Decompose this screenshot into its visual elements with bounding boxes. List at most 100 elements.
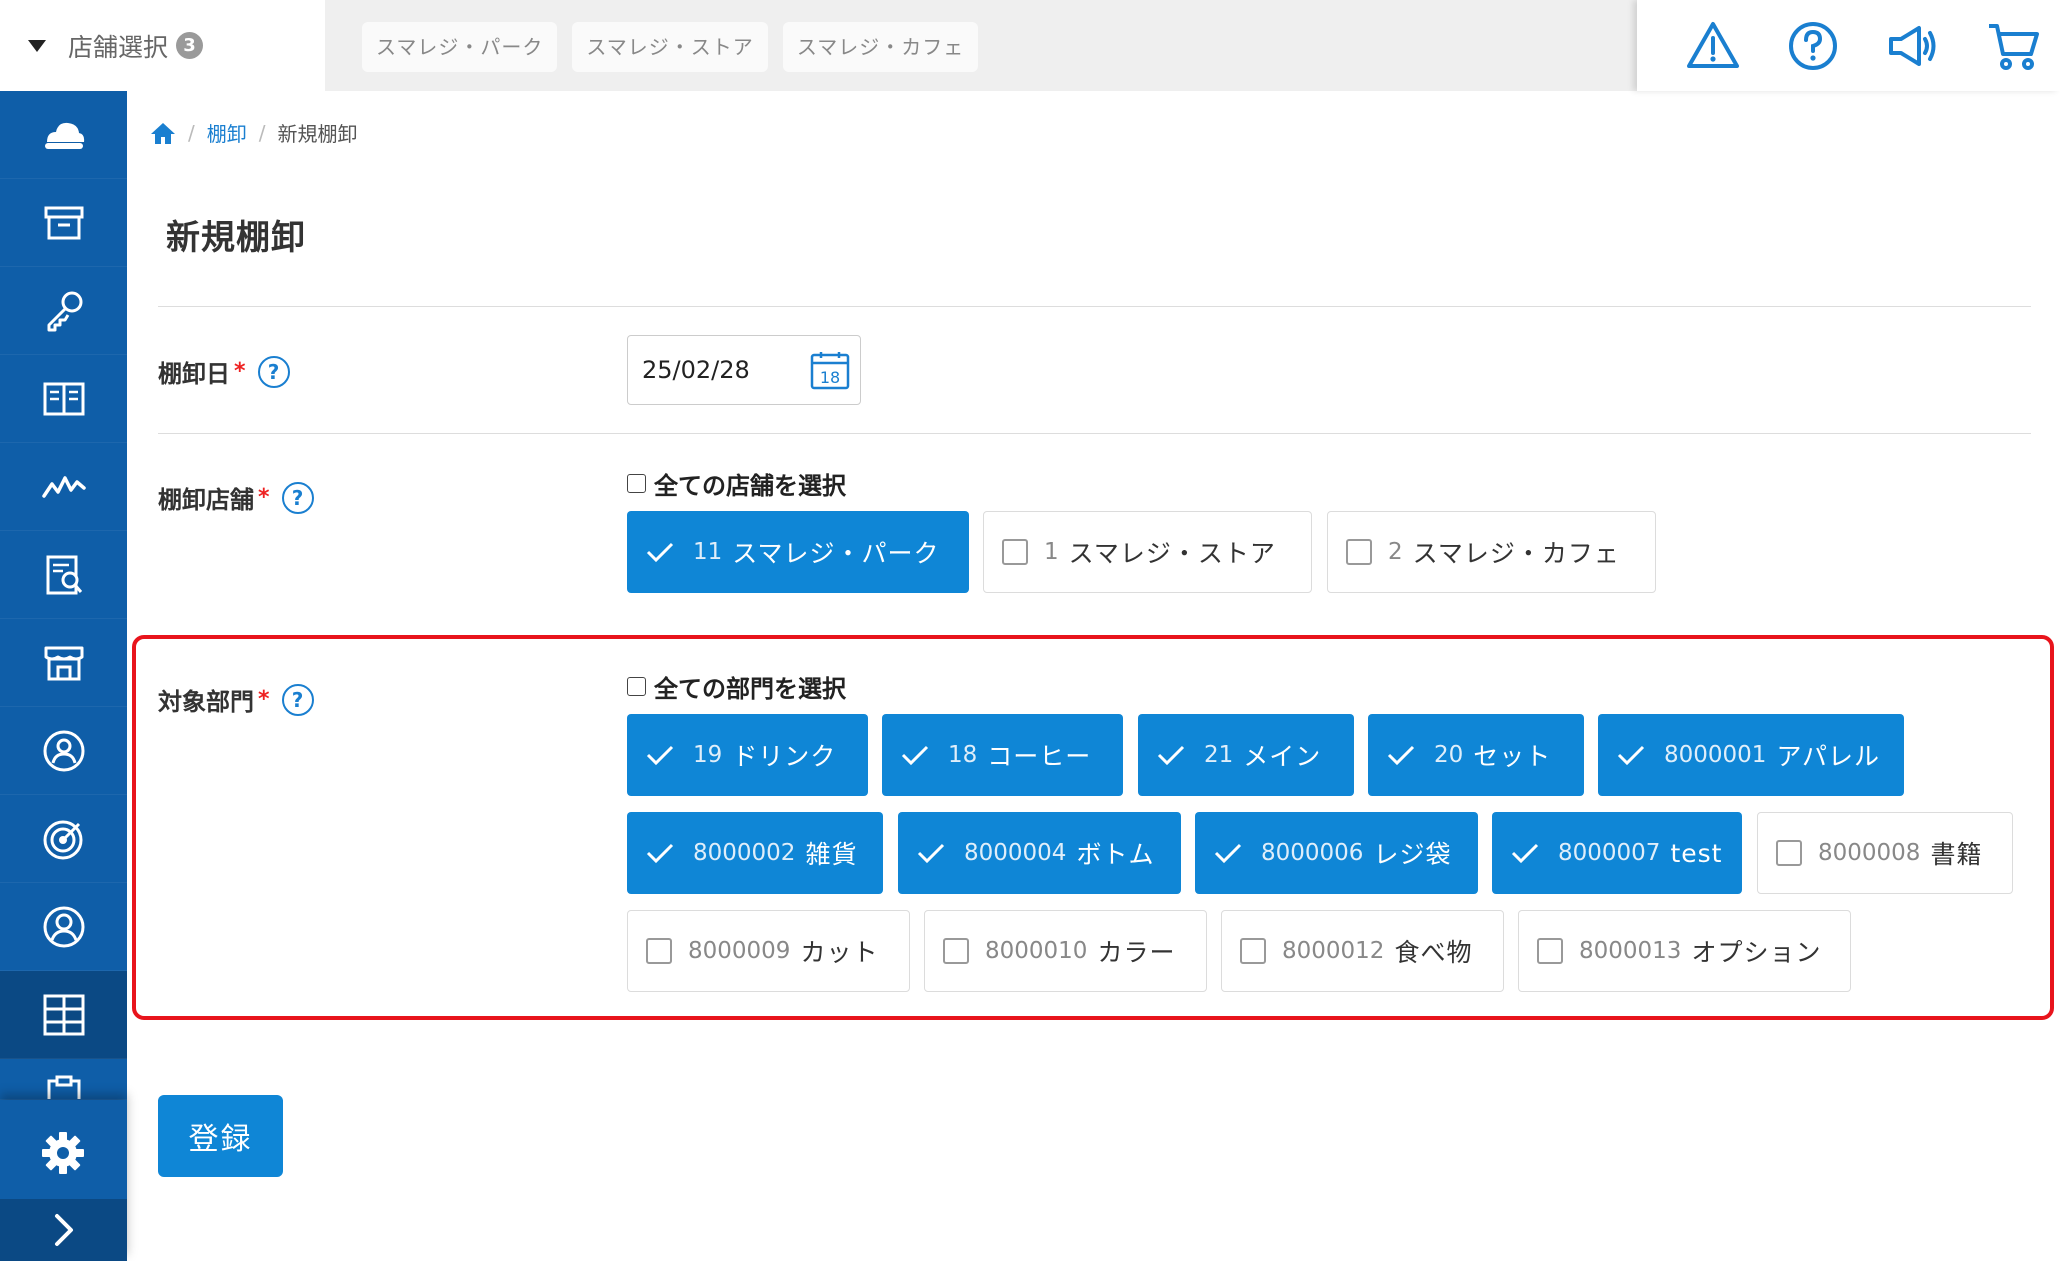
- store-select-label: 店舗選択: [68, 32, 169, 62]
- department-checkbox[interactable]: [1240, 938, 1266, 964]
- stores-help-icon[interactable]: ?: [281, 481, 314, 514]
- department-option[interactable]: 8000009 カット: [627, 910, 910, 992]
- department-name: 食べ物: [1394, 938, 1473, 967]
- date-help-icon[interactable]: ?: [257, 355, 290, 388]
- store-option-name: スマレジ・カフェ: [1412, 539, 1620, 568]
- departments-help-icon[interactable]: ?: [281, 683, 314, 716]
- calendar-icon[interactable]: 18: [810, 350, 850, 390]
- sidebar-expand-button[interactable]: [0, 1199, 127, 1261]
- department-option[interactable]: 8000004 ボトム: [898, 812, 1181, 894]
- sidebar-item-book[interactable]: [0, 355, 127, 443]
- select-all-stores-checkbox[interactable]: [627, 474, 646, 493]
- department-name: カラー: [1097, 938, 1176, 967]
- store-tabs: スマレジ・パーク スマレジ・ストア スマレジ・カフェ: [362, 22, 979, 72]
- check-icon: [646, 745, 674, 766]
- sidebar: [0, 91, 127, 1261]
- check-icon: [1511, 843, 1539, 864]
- department-name: 書籍: [1930, 840, 1983, 869]
- department-name: ドリンク: [732, 742, 837, 771]
- department-option[interactable]: 8000006 レジ袋: [1195, 812, 1478, 894]
- divider: [158, 433, 2031, 434]
- store-option-2[interactable]: 2 スマレジ・カフェ: [1327, 511, 1656, 593]
- store-option-1[interactable]: 1 スマレジ・ストア: [983, 511, 1312, 593]
- warning-icon[interactable]: [1685, 18, 1741, 74]
- breadcrumb-parent[interactable]: 棚卸: [207, 118, 247, 147]
- department-option[interactable]: 8000012 食べ物: [1221, 910, 1504, 992]
- home-icon[interactable]: [150, 121, 176, 145]
- department-option[interactable]: 20 セット: [1368, 714, 1584, 796]
- store-option-checkbox[interactable]: [1002, 539, 1028, 565]
- department-option[interactable]: 18 コーヒー: [882, 714, 1123, 796]
- check-icon: [901, 745, 929, 766]
- department-code: 8000006: [1261, 840, 1364, 866]
- check-icon: [646, 542, 674, 563]
- sidebar-item-store[interactable]: [0, 619, 127, 707]
- sidebar-item-inventory[interactable]: [0, 971, 127, 1059]
- sidebar-item-analytics[interactable]: [0, 443, 127, 531]
- department-option[interactable]: 8000013 オプション: [1518, 910, 1851, 992]
- department-name: test: [1670, 838, 1723, 868]
- department-option[interactable]: 8000010 カラー: [924, 910, 1207, 992]
- sidebar-item-archive[interactable]: [0, 179, 127, 267]
- sidebar-item-key[interactable]: [0, 267, 127, 355]
- department-option[interactable]: 8000002 雑貨: [627, 812, 883, 894]
- required-mark: *: [258, 485, 270, 510]
- help-icon[interactable]: [1785, 18, 1841, 74]
- required-mark: *: [234, 359, 246, 384]
- sidebar-item-customer[interactable]: [0, 707, 127, 795]
- store-select-dropdown[interactable]: 店舗選択 3: [0, 0, 325, 91]
- select-all-stores[interactable]: 全ての店舗を選択: [627, 466, 846, 501]
- department-option[interactable]: 19 ドリンク: [627, 714, 868, 796]
- submit-button[interactable]: 登録: [158, 1095, 283, 1177]
- store-option-name: スマレジ・パーク: [732, 539, 940, 568]
- check-icon: [917, 843, 945, 864]
- department-checkbox[interactable]: [646, 938, 672, 964]
- department-option[interactable]: 8000007 test: [1492, 812, 1742, 894]
- store-icon: [44, 646, 83, 680]
- department-option[interactable]: 8000008 書籍: [1757, 812, 2013, 894]
- chevron-right-icon: [54, 1214, 73, 1246]
- store-tab-store[interactable]: スマレジ・ストア: [572, 22, 768, 72]
- department-checkbox[interactable]: [1776, 840, 1802, 866]
- gear-icon[interactable]: [40, 1130, 86, 1176]
- department-code: 18: [948, 742, 978, 768]
- check-icon: [1157, 745, 1185, 766]
- department-name: レジ袋: [1373, 840, 1452, 869]
- department-code: 8000007: [1558, 840, 1661, 866]
- sidebar-item-report[interactable]: [0, 531, 127, 619]
- date-input[interactable]: 25/02/28 18: [627, 335, 861, 405]
- department-checkbox[interactable]: [1537, 938, 1563, 964]
- store-tab-cafe[interactable]: スマレジ・カフェ: [782, 22, 979, 72]
- page-title: 新規棚卸: [166, 218, 306, 258]
- department-code: 8000008: [1818, 840, 1921, 866]
- store-option-11[interactable]: 11 スマレジ・パーク: [627, 511, 969, 593]
- caret-down-icon: [28, 39, 46, 52]
- department-option[interactable]: 21 メイン: [1138, 714, 1354, 796]
- sidebar-item-cloud[interactable]: [0, 91, 127, 179]
- sidebar-item-user[interactable]: [0, 883, 127, 971]
- sidebar-item-clipboard[interactable]: [0, 1059, 127, 1100]
- customer-icon: [43, 730, 84, 771]
- store-option-checkbox[interactable]: [1346, 539, 1372, 565]
- store-tab-park[interactable]: スマレジ・パーク: [362, 22, 558, 72]
- book-icon: [43, 382, 84, 415]
- calendar-day: 18: [820, 368, 840, 387]
- department-option[interactable]: 8000001 アパレル: [1598, 714, 1904, 796]
- select-all-departments-checkbox[interactable]: [627, 677, 646, 696]
- chart-line-icon: [41, 475, 86, 498]
- clipboard-icon: [47, 1075, 80, 1099]
- departments-label-text: 対象部門: [158, 688, 254, 716]
- department-code: 8000004: [964, 840, 1067, 866]
- store-option-code: 2: [1388, 539, 1403, 565]
- date-value: 25/02/28: [642, 356, 750, 384]
- sidebar-item-target[interactable]: [0, 795, 127, 883]
- report-icon: [46, 555, 82, 594]
- announcement-icon[interactable]: [1885, 18, 1941, 74]
- stores-label-text: 棚卸店舗: [158, 486, 254, 514]
- department-checkbox[interactable]: [943, 938, 969, 964]
- department-code: 8000010: [985, 938, 1088, 964]
- departments-label: 対象部門 * ?: [158, 682, 314, 717]
- cart-icon[interactable]: [1985, 18, 2041, 74]
- check-icon: [1214, 843, 1242, 864]
- select-all-departments[interactable]: 全ての部門を選択: [627, 669, 846, 704]
